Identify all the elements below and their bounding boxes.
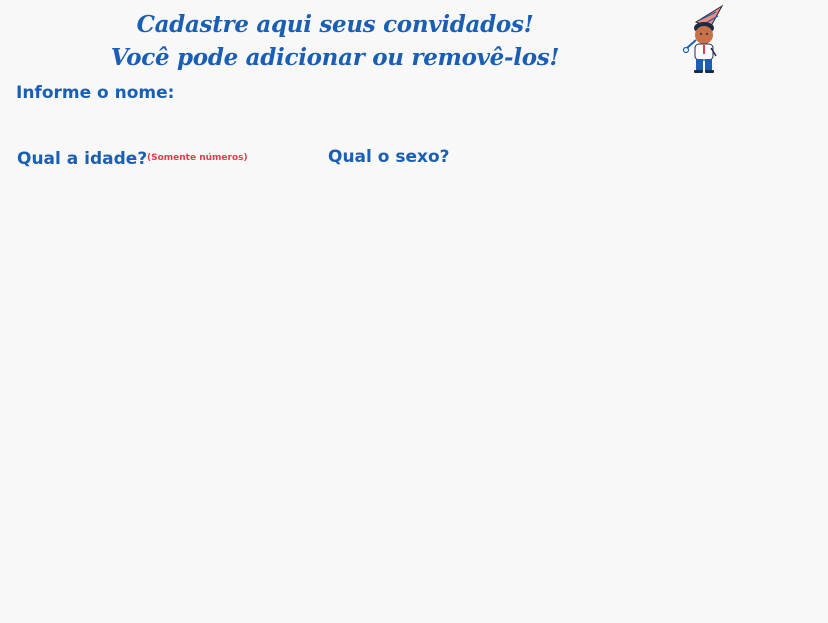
page-title: Cadastre aqui seus convidados! Você pode…	[110, 8, 560, 74]
name-label: Informe o nome:	[16, 83, 175, 103]
age-label: Qual a idade?	[17, 149, 148, 169]
guest-registration-page: Cadastre aqui seus convidados! Você pode…	[0, 0, 828, 623]
title-line-2: Você pode adicionar ou removê-los!	[110, 44, 560, 71]
party-boy-with-hat-icon	[682, 4, 728, 76]
title-line-1: Cadastre aqui seus convidados!	[136, 11, 534, 38]
age-hint: (Somente números)	[147, 153, 248, 163]
sex-label: Qual o sexo?	[328, 147, 450, 167]
